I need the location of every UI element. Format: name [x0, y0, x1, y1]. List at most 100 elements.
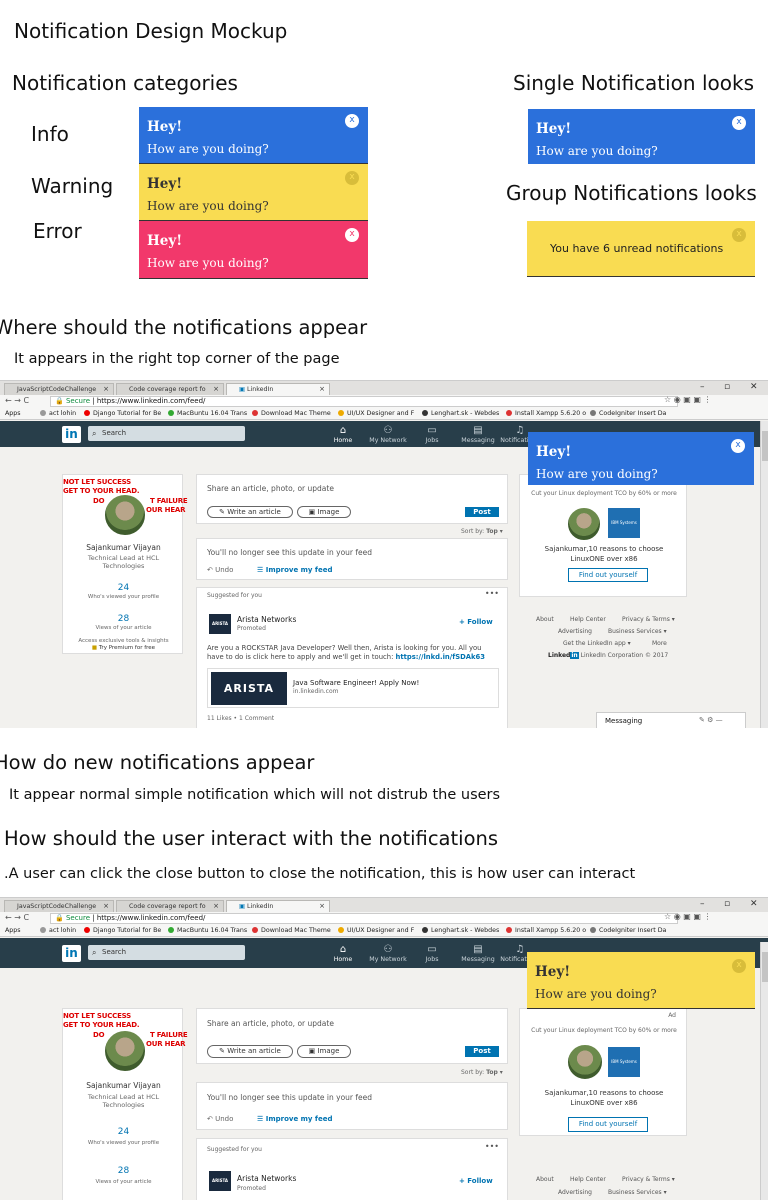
close-icon[interactable]: x: [732, 116, 746, 130]
bookmark-item[interactable]: Lenghart.sk - Webdes: [422, 408, 499, 419]
close-icon[interactable]: x: [345, 114, 359, 128]
bookmark-item[interactable]: CodeIgniter Insert Da: [590, 925, 666, 936]
improve-feed-link[interactable]: ☰ Improve my feed: [257, 566, 332, 574]
more-options-icon[interactable]: •••: [485, 1142, 499, 1151]
footer-link[interactable]: Privacy & Terms ▾: [622, 616, 675, 623]
close-window-icon[interactable]: ✕: [750, 382, 758, 392]
profile-name[interactable]: Sajankumar Vijayan: [63, 1081, 184, 1090]
close-icon[interactable]: x: [732, 228, 746, 242]
undo-button[interactable]: ↶ Undo: [207, 566, 233, 574]
nav-jobs[interactable]: ▭ Jobs: [412, 944, 452, 963]
search-input[interactable]: ⌕ Search: [88, 426, 245, 441]
bookmark-item[interactable]: Apps: [5, 408, 21, 419]
footer-link[interactable]: About: [536, 616, 554, 623]
image-button[interactable]: ▣ Image: [297, 1045, 351, 1058]
bookmark-item[interactable]: MacBuntu 16.04 Trans: [168, 925, 247, 936]
close-icon[interactable]: x: [345, 228, 359, 242]
minimize-icon[interactable]: –: [700, 382, 705, 392]
footer-link[interactable]: Business Services ▾: [608, 1189, 667, 1196]
nav-messaging[interactable]: ▤ Messaging: [458, 944, 498, 963]
footer-link[interactable]: Get the LinkedIn app ▾: [563, 640, 631, 647]
bookmark-item[interactable]: MacBuntu 16.04 Trans: [168, 408, 247, 419]
undo-button[interactable]: ↶ Undo: [207, 1115, 233, 1123]
find-out-button[interactable]: Find out yourself: [568, 568, 648, 582]
bookmark-item[interactable]: Download Mac Theme: [252, 925, 331, 936]
footer-link[interactable]: Business Services ▾: [608, 628, 667, 635]
footer-link[interactable]: Help Center: [570, 1176, 606, 1183]
browser-tab[interactable]: Code coverage report fo ×: [116, 900, 224, 912]
bookmark-item[interactable]: Download Mac Theme: [252, 408, 331, 419]
likes-count[interactable]: 11 Likes • 1 Comment: [207, 715, 274, 722]
sort-by[interactable]: Sort by: Top ▾: [461, 528, 503, 535]
browser-tab[interactable]: JavaScriptCodeChallenge ×: [4, 383, 114, 395]
nav-home[interactable]: ⌂ Home: [323, 425, 363, 444]
scrollbar[interactable]: [760, 942, 768, 1200]
footer-link[interactable]: Privacy & Terms ▾: [622, 1176, 675, 1183]
footer-link[interactable]: Advertising: [558, 1189, 592, 1196]
bookmark-item[interactable]: UI/UX Designer and F: [338, 408, 414, 419]
bookmark-item[interactable]: Django Tutorial for Be: [84, 925, 161, 936]
restore-icon[interactable]: ▫: [724, 899, 730, 909]
sort-by[interactable]: Sort by: Top ▾: [461, 1069, 503, 1076]
scrollbar[interactable]: [760, 421, 768, 728]
close-icon[interactable]: x: [731, 439, 745, 453]
bookmark-item[interactable]: act lohin: [40, 925, 76, 936]
browser-tab-active[interactable]: ▣ LinkedIn ×: [226, 383, 330, 395]
nav-messaging[interactable]: ▤ Messaging: [458, 425, 498, 444]
restore-icon[interactable]: ▫: [724, 382, 730, 392]
close-icon[interactable]: x: [732, 959, 746, 973]
article-count[interactable]: 28: [63, 1166, 184, 1176]
share-prompt[interactable]: Share an article, photo, or update: [207, 1019, 334, 1028]
linkedin-logo[interactable]: in: [62, 426, 81, 443]
bookmark-item[interactable]: Install Xampp 5.6.20 o: [506, 408, 586, 419]
bookmark-item[interactable]: Django Tutorial for Be: [84, 408, 161, 419]
footer-link[interactable]: Help Center: [570, 616, 606, 623]
image-button[interactable]: ▣ Image: [297, 506, 351, 518]
write-article-button[interactable]: ✎ Write an article: [207, 506, 293, 518]
follow-button[interactable]: + Follow: [459, 618, 493, 626]
company-name[interactable]: Arista Networks: [237, 1174, 296, 1183]
more-options-icon[interactable]: •••: [485, 589, 499, 598]
improve-feed-link[interactable]: ☰ Improve my feed: [257, 1115, 332, 1123]
browser-tab-active[interactable]: ▣ LinkedIn ×: [226, 900, 330, 912]
nav-my-network[interactable]: ⚇ My Network: [368, 425, 408, 444]
write-article-button[interactable]: ✎ Write an article: [207, 1045, 293, 1058]
url-input[interactable]: 🔒 Secure | https://www.linkedin.com/feed…: [50, 913, 678, 924]
close-icon[interactable]: x: [345, 171, 359, 185]
premium-link[interactable]: ■ Try Premium for free: [63, 645, 184, 651]
company-logo[interactable]: ARISTA: [209, 1171, 231, 1191]
browser-tab[interactable]: JavaScriptCodeChallenge ×: [4, 900, 114, 912]
footer-link[interactable]: More: [652, 640, 667, 647]
company-name[interactable]: Arista Networks: [237, 615, 296, 624]
compose-icon[interactable]: ✎ ⚙ —: [699, 716, 723, 724]
linkedin-logo[interactable]: in: [62, 945, 81, 962]
post-button[interactable]: Post: [465, 1046, 499, 1057]
bookmark-item[interactable]: CodeIgniter Insert Da: [590, 408, 666, 419]
browser-tab[interactable]: Code coverage report fo ×: [116, 383, 224, 395]
footer-link[interactable]: Advertising: [558, 628, 592, 635]
messaging-dock[interactable]: Messaging ✎ ⚙ —: [596, 712, 746, 728]
follow-button[interactable]: + Follow: [459, 1177, 493, 1185]
avatar[interactable]: [103, 493, 147, 537]
minimize-icon[interactable]: –: [700, 899, 705, 909]
nav-jobs[interactable]: ▭ Jobs: [412, 425, 452, 444]
bookmark-item[interactable]: act lohin: [40, 408, 76, 419]
find-out-button[interactable]: Find out yourself: [568, 1117, 648, 1132]
views-count[interactable]: 24: [63, 1127, 184, 1137]
article-count[interactable]: 28: [63, 614, 184, 624]
nav-my-network[interactable]: ⚇ My Network: [368, 944, 408, 963]
bookmark-item[interactable]: Install Xampp 5.6.20 o: [506, 925, 586, 936]
bookmark-item[interactable]: Lenghart.sk - Webdes: [422, 925, 499, 936]
url-input[interactable]: 🔒 Secure | https://www.linkedin.com/feed…: [50, 396, 678, 407]
share-prompt[interactable]: Share an article, photo, or update: [207, 484, 334, 493]
company-logo[interactable]: ARISTA: [209, 614, 231, 634]
avatar[interactable]: [103, 1029, 147, 1073]
profile-name[interactable]: Sajankumar Vijayan: [63, 543, 184, 552]
bookmark-item[interactable]: UI/UX Designer and F: [338, 925, 414, 936]
search-input[interactable]: ⌕ Search: [88, 945, 245, 960]
bookmark-item[interactable]: Apps: [5, 925, 21, 936]
close-window-icon[interactable]: ✕: [750, 899, 758, 909]
footer-link[interactable]: About: [536, 1176, 554, 1183]
job-card[interactable]: ARISTA Java Software Engineer! Apply Now…: [207, 668, 499, 708]
post-button[interactable]: Post: [465, 507, 499, 517]
